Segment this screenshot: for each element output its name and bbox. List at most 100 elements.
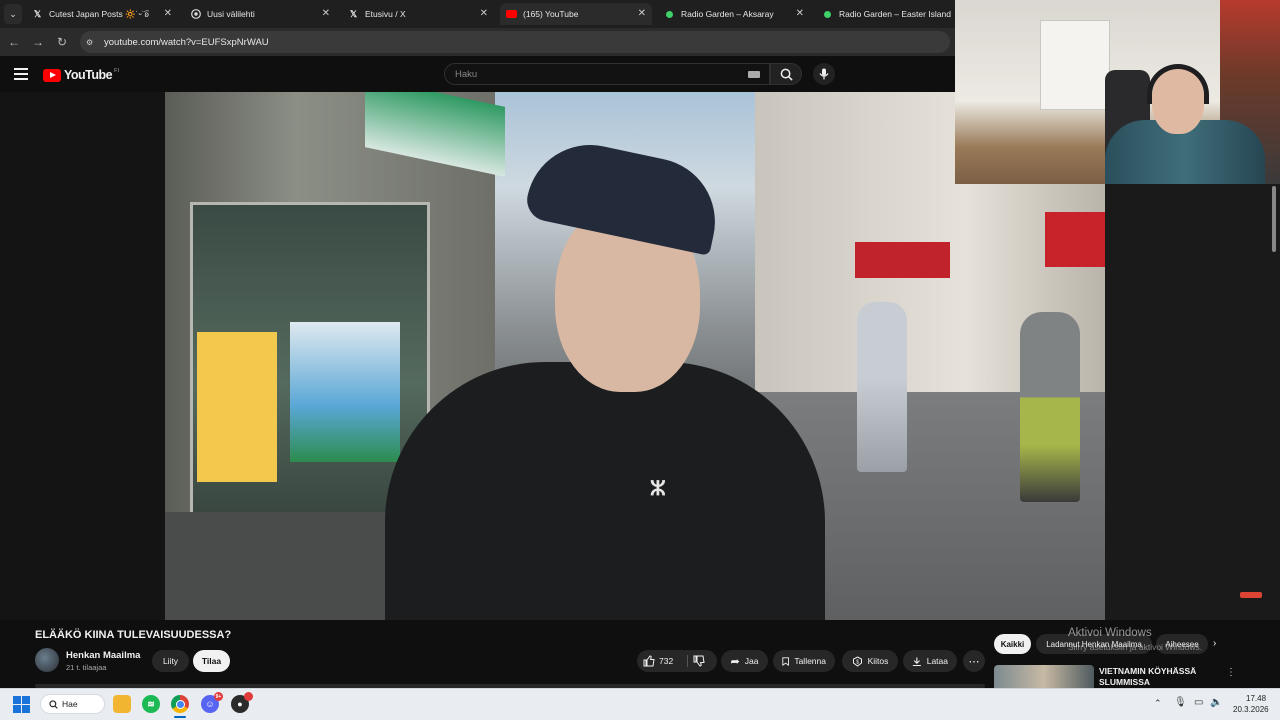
browser-tab[interactable]: Radio Garden – Easter Island (816, 3, 955, 25)
forward-icon[interactable]: → (30, 34, 46, 50)
hoodie-logo: ⵣ (650, 478, 666, 500)
reload-icon[interactable]: ↻ (54, 34, 70, 50)
menu-icon[interactable] (14, 68, 28, 80)
notification-badge: 9+ (214, 692, 223, 701)
network-icon[interactable]: ▭ (1194, 697, 1203, 708)
download-icon (912, 657, 921, 666)
close-icon[interactable]: ✕ (638, 8, 646, 19)
discord-icon[interactable]: ☺ 9+ (201, 692, 223, 713)
suggestion-thumbnail[interactable] (994, 665, 1094, 690)
chrome-icon (190, 9, 201, 20)
close-icon[interactable]: ✕ (480, 8, 488, 19)
recording-dot (244, 692, 253, 701)
chrome-icon[interactable] (171, 695, 189, 713)
bookmark-icon (782, 656, 789, 666)
search-input[interactable]: Haku (444, 63, 770, 85)
subscribe-button[interactable]: Tilaa (193, 650, 230, 672)
download-label: Lataa (926, 656, 948, 666)
youtube-logo[interactable]: YouTube FI (43, 68, 119, 82)
kebab-menu-icon[interactable]: ⋮ (1226, 667, 1236, 678)
thumbs-down-icon (693, 655, 705, 667)
active-app-indicator (174, 716, 186, 718)
chevron-up-icon[interactable]: ⌃ (1154, 698, 1162, 709)
like-button[interactable]: 732 (643, 650, 673, 672)
windows-start-icon[interactable] (13, 696, 30, 713)
svg-text:$: $ (856, 659, 859, 665)
dislike-button[interactable] (693, 650, 705, 672)
channel-name[interactable]: Henkan Maailma (66, 650, 140, 661)
video-scene-awning (1045, 212, 1105, 267)
clock-time[interactable]: 17.48 (1246, 694, 1266, 703)
logo-text: YouTube (64, 68, 113, 82)
suggestion-title[interactable]: VIETNAMIN KÖYHÄSSÄ SLUMMISSA (1099, 666, 1219, 688)
activation-watermark-title: Aktivoi Windows (1068, 627, 1152, 639)
browser-tab[interactable]: 𝕏 Cutest Japan Posts 🔆˙ᵕ˙͡ʚ ✕ (26, 3, 178, 25)
taskbar (0, 688, 1280, 720)
download-button[interactable]: Lataa (903, 650, 957, 672)
spotify-icon[interactable]: ≋ (142, 695, 160, 713)
super-thanks-icon: $ (852, 655, 862, 667)
share-icon: ➦ (730, 655, 740, 668)
taskbar-search[interactable]: Hae (40, 694, 105, 714)
tab-title: (165) YouTube (523, 9, 579, 19)
youtube-play-icon (43, 68, 61, 82)
activation-watermark-subtitle: Siirry asetuksiin ja aktivoi Windows. (1068, 642, 1203, 652)
clock-date[interactable]: 20.3.2026 (1233, 705, 1269, 714)
video-scene-poster (290, 322, 400, 462)
search-icon (780, 68, 793, 81)
divider (687, 655, 688, 667)
scrollbar-thumb[interactable] (1272, 186, 1276, 252)
video-scene-person-cap (523, 133, 727, 256)
tab-title: Etusivu / X (365, 9, 406, 19)
microphone-icon[interactable]: 🎙 (1174, 697, 1187, 708)
region-code: FI (114, 68, 120, 74)
save-button[interactable]: Tallenna (773, 650, 835, 672)
search-icon (49, 699, 58, 709)
browser-tab-active[interactable]: (165) YouTube ✕ (500, 3, 652, 25)
microphone-icon (819, 68, 829, 80)
url-text: youtube.com/watch?v=EUFSxpNrWAU (104, 36, 269, 48)
tab-title: Cutest Japan Posts 🔆˙ᵕ˙͡ʚ (49, 8, 149, 19)
back-icon[interactable]: ← (6, 34, 22, 50)
video-scene-pedestrian (1020, 312, 1080, 502)
video-scene-pedestrian (857, 302, 907, 472)
webcam-scene-headset (1147, 64, 1209, 104)
volume-icon[interactable]: 🔈 (1210, 697, 1222, 708)
webcam-scene-cabinet (1040, 20, 1110, 110)
join-button[interactable]: Liity (152, 650, 189, 672)
x-logo-icon: 𝕏 (349, 8, 358, 19)
close-icon[interactable]: ✕ (796, 8, 804, 19)
thanks-button[interactable]: $ Kiitos (842, 650, 898, 672)
chip-all[interactable]: Kaikki (994, 634, 1031, 654)
tab-search-button[interactable]: ⌄ (4, 4, 22, 24)
like-count: 732 (659, 656, 674, 666)
file-explorer-icon[interactable] (113, 695, 131, 713)
x-logo-icon: 𝕏 (33, 8, 42, 19)
browser-tab[interactable]: Uusi välilehti ✕ (184, 3, 336, 25)
share-label: Jaa (744, 656, 759, 666)
browser-tab[interactable]: Radio Garden – Aksaray ✕ (658, 3, 810, 25)
save-label: Tallenna (794, 656, 826, 666)
browser-toolbar: ← → ↻ youtube.com/watch?v=EUFSxpNrWAU ⚙ (0, 28, 955, 56)
browser-tab[interactable]: 𝕏 Etusivu / X ✕ (342, 3, 494, 25)
thumbs-up-icon (643, 655, 655, 667)
close-icon[interactable]: ✕ (164, 8, 172, 19)
keyboard-icon[interactable] (748, 71, 760, 78)
site-info-icon[interactable]: ⚙ (86, 38, 93, 47)
tab-title: Uusi välilehti (207, 9, 255, 19)
radio-garden-icon (822, 9, 833, 20)
address-bar[interactable]: youtube.com/watch?v=EUFSxpNrWAU (80, 31, 950, 53)
tab-title: Radio Garden – Easter Island (839, 9, 951, 19)
close-icon[interactable]: ✕ (322, 8, 330, 19)
video-scene-person-hoodie (385, 362, 825, 620)
obs-icon[interactable]: ● (231, 692, 253, 713)
more-actions-button[interactable]: ⋯ (963, 650, 985, 672)
video-scene-red-sign (855, 242, 950, 278)
live-indicator (1240, 592, 1262, 598)
chevron-right-icon[interactable]: › (1213, 638, 1216, 649)
avatar[interactable] (35, 648, 59, 672)
search-button[interactable] (770, 63, 802, 85)
voice-search-button[interactable] (813, 63, 835, 85)
page-background (0, 92, 165, 620)
share-button[interactable]: ➦ Jaa (721, 650, 768, 672)
